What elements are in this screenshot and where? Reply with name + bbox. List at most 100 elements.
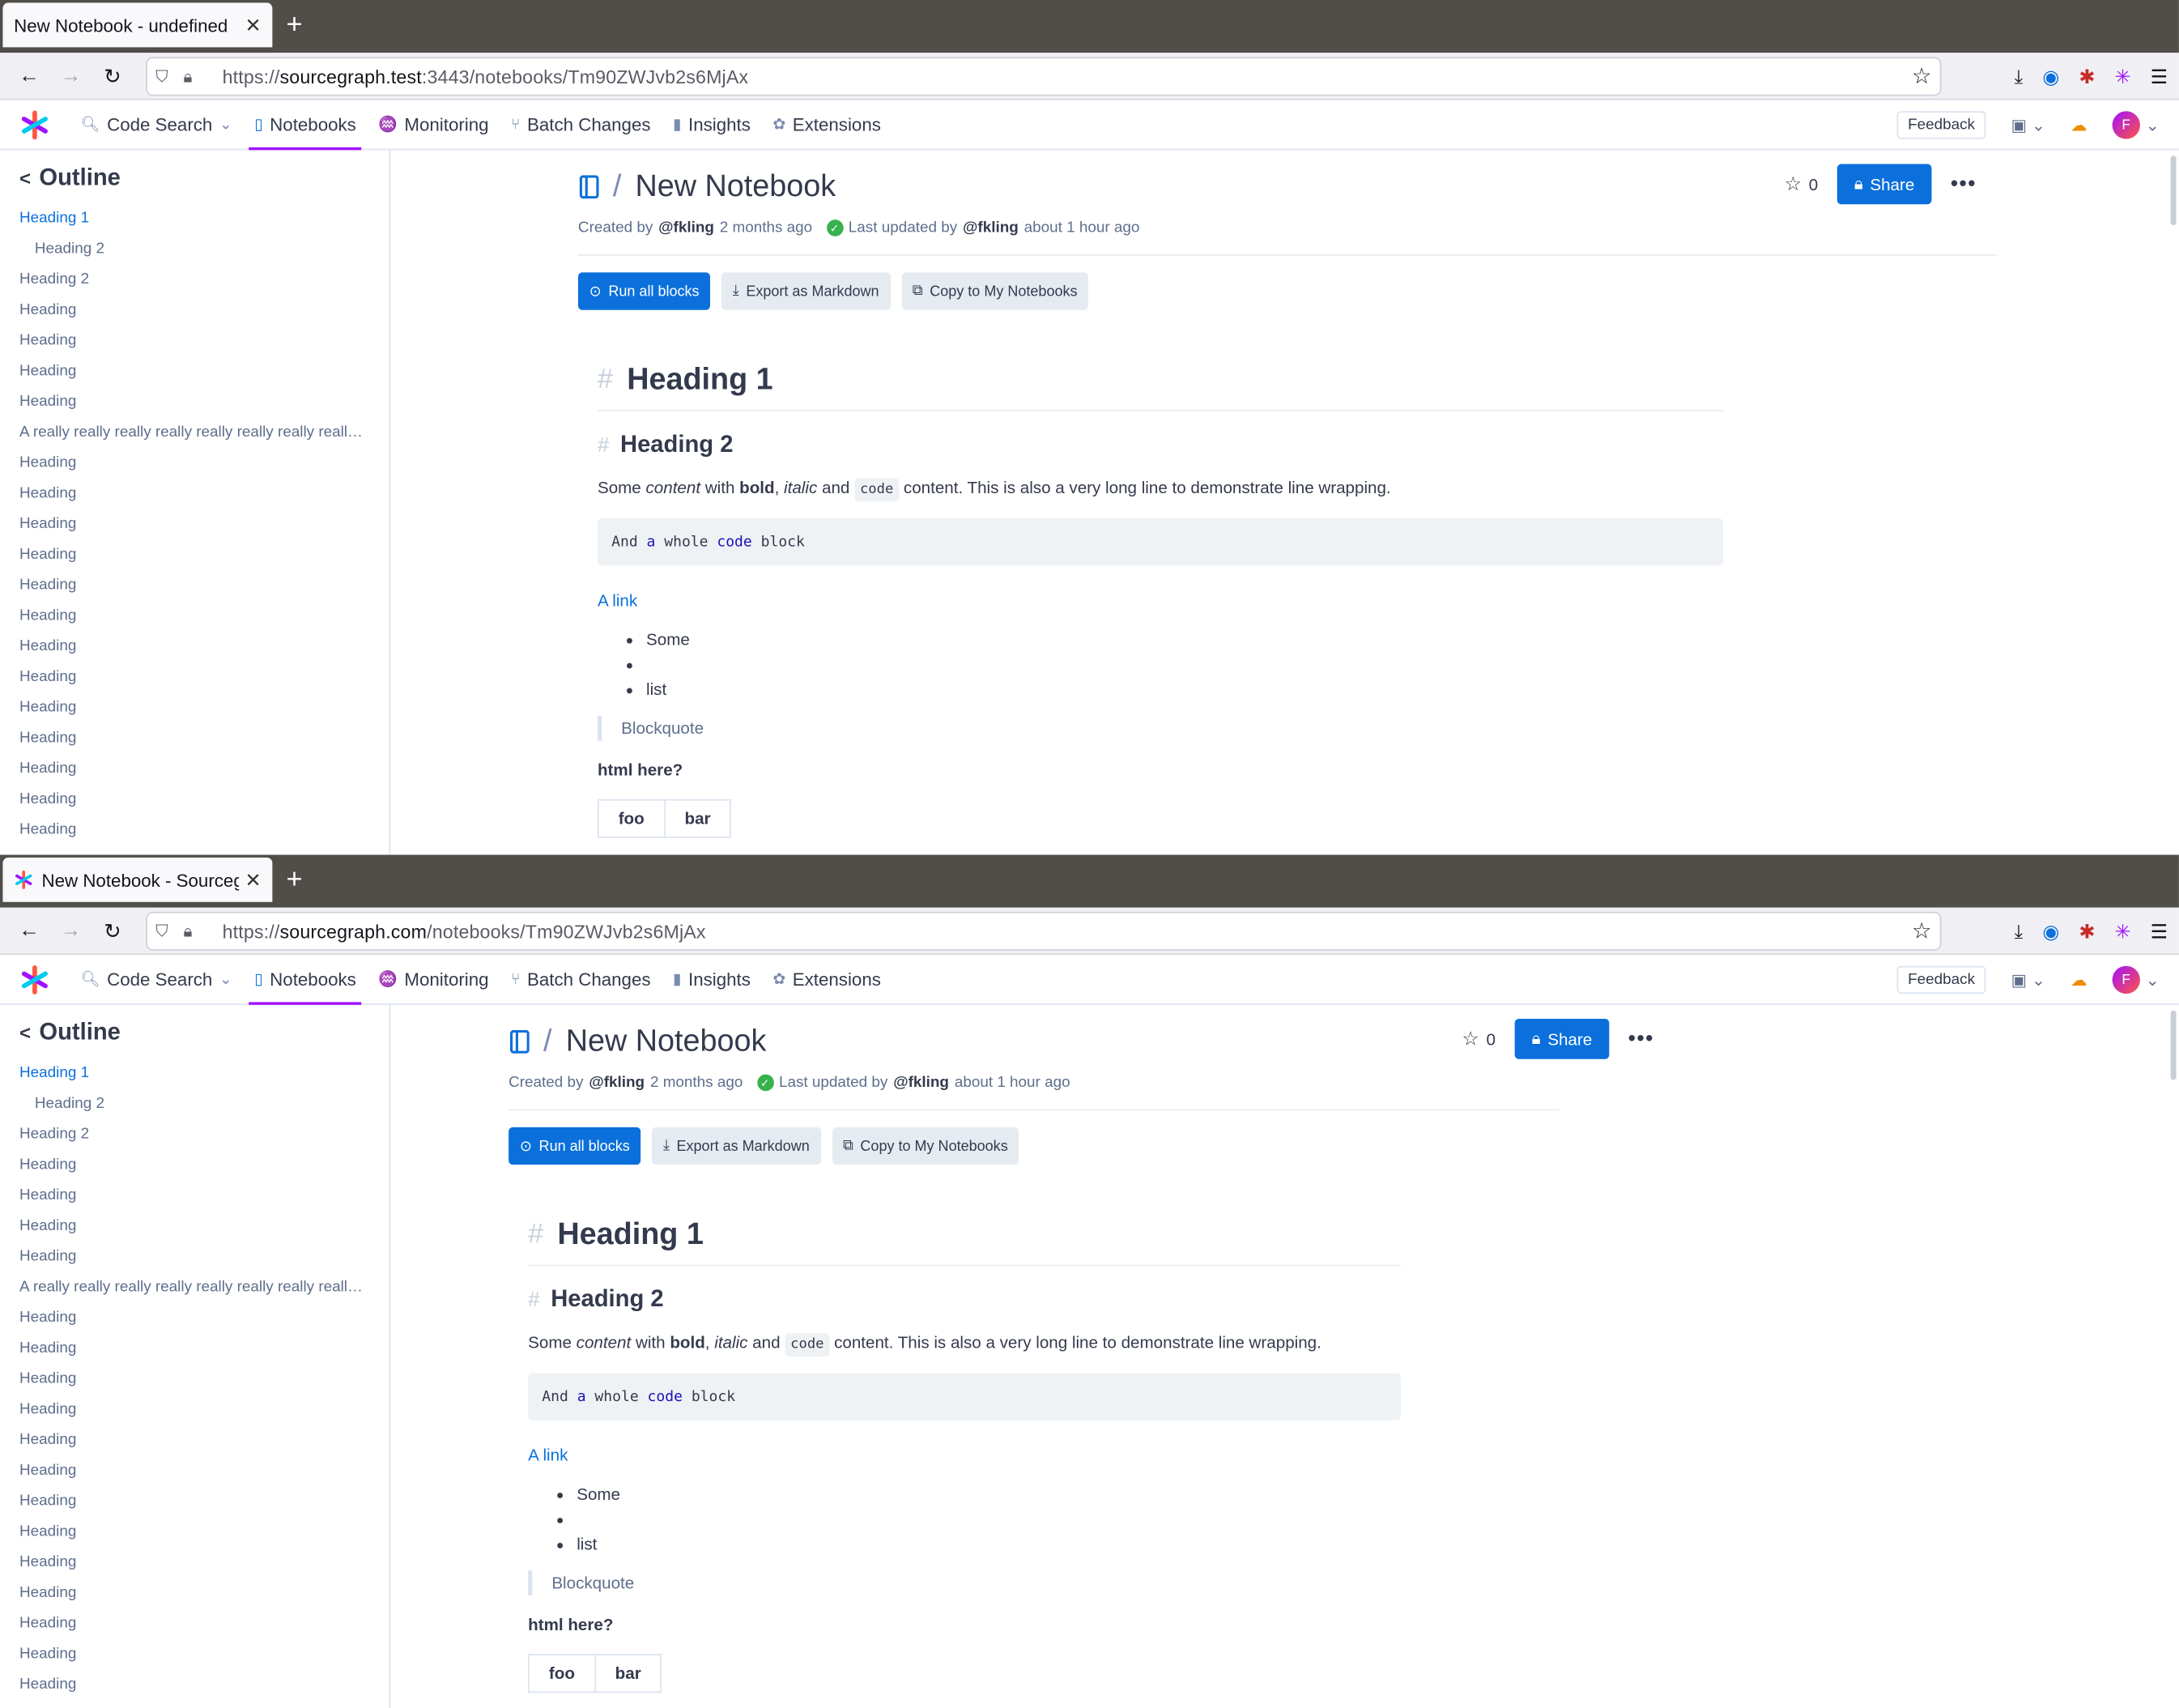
outline-item[interactable]: Heading — [19, 356, 367, 386]
anchor-hash-icon[interactable]: # — [598, 364, 613, 395]
export-markdown-button[interactable]: ⤓ Export as Markdown — [652, 1127, 821, 1165]
copy-notebook-button[interactable]: ⧉ Copy to My Notebooks — [832, 1127, 1019, 1165]
outline-item[interactable]: Heading — [19, 1638, 367, 1669]
outline-item[interactable]: Heading 2 — [19, 264, 367, 295]
outline-item[interactable]: Heading 1 — [19, 1058, 367, 1088]
chevron-down-icon[interactable]: ⌄ — [2146, 970, 2160, 990]
outline-item[interactable]: Heading — [19, 1394, 367, 1425]
outline-item[interactable]: Heading — [19, 1547, 367, 1578]
bookmark-star-icon[interactable]: ☆ — [1912, 918, 1932, 945]
outline-item[interactable]: Heading — [19, 295, 367, 326]
forward-icon[interactable]: → — [50, 64, 92, 87]
outline-item[interactable]: Heading — [19, 1211, 367, 1242]
anchor-hash-icon[interactable]: # — [598, 433, 609, 457]
scrollbar[interactable] — [2170, 155, 2177, 226]
outline-item[interactable]: Heading — [19, 1578, 367, 1608]
feedback-button[interactable]: Feedback — [1896, 965, 1986, 995]
share-button[interactable]: 🔒︎ Share — [1515, 1018, 1609, 1059]
chevron-left-icon[interactable]: < — [19, 167, 31, 189]
outline-item[interactable]: Heading — [19, 326, 367, 356]
outline-item[interactable]: Heading — [19, 570, 367, 601]
outline-item[interactable]: Heading — [19, 692, 367, 723]
outline-item[interactable]: Heading — [19, 478, 367, 509]
author-link[interactable]: @fkling — [589, 1075, 645, 1092]
nav-item-code-search[interactable]: 🔍︎ Code Search ⌄ — [70, 100, 244, 150]
anchor-hash-icon[interactable]: # — [528, 1288, 539, 1311]
chevron-left-icon[interactable]: < — [19, 1021, 31, 1043]
back-icon[interactable]: ← — [8, 64, 49, 87]
cloud-status-icon[interactable]: ☁ — [2070, 115, 2087, 134]
avatar[interactable]: F — [2112, 111, 2140, 139]
outline-item[interactable]: Heading — [19, 722, 367, 753]
download-icon[interactable]: ⤓ — [2015, 65, 2024, 88]
terminal-icon[interactable]: ▣ ⌄ — [2011, 115, 2045, 134]
share-button[interactable]: 🔒︎ Share — [1837, 164, 1931, 205]
run-all-blocks-button[interactable]: ⊙ Run all blocks — [577, 272, 711, 310]
outline-item[interactable]: Heading — [19, 448, 367, 479]
updater-link[interactable]: @fkling — [963, 219, 1019, 236]
outline-item[interactable]: Heading 2 — [19, 1088, 367, 1119]
markdown-link[interactable]: A link — [528, 1446, 1401, 1465]
star-button[interactable]: ☆ 0 — [1462, 1027, 1496, 1050]
nav-item-insights[interactable]: ▮ Insights — [662, 954, 761, 1004]
outline-item[interactable]: Heading — [19, 784, 367, 815]
outline-item[interactable]: Heading — [19, 1333, 367, 1364]
close-tab-icon[interactable]: ✕ — [240, 13, 262, 36]
outline-header[interactable]: < Outline — [19, 1019, 369, 1046]
outline-item[interactable]: Heading — [19, 815, 367, 845]
reload-icon[interactable]: ↻ — [92, 918, 133, 943]
outline-item[interactable]: Heading — [19, 1302, 367, 1333]
outline-item[interactable]: A really really really really really rea… — [19, 1271, 367, 1302]
nav-item-notebooks[interactable]: ▯ Notebooks — [243, 100, 367, 150]
lock-icon[interactable]: 🔒︎ — [184, 921, 211, 942]
nav-item-notebooks[interactable]: ▯ Notebooks — [243, 954, 367, 1004]
copy-notebook-button[interactable]: ⧉ Copy to My Notebooks — [901, 272, 1089, 310]
nav-item-extensions[interactable]: ✿ Extensions — [762, 954, 892, 1004]
outline-item[interactable]: Heading — [19, 1608, 367, 1639]
menu-icon[interactable]: ☰ — [2151, 919, 2168, 943]
nav-item-insights[interactable]: ▮ Insights — [662, 100, 761, 150]
outline-item[interactable]: Heading — [19, 1455, 367, 1486]
avatar[interactable]: F — [2112, 965, 2140, 995]
markdown-block[interactable]: # Heading 1 # Heading 2 Some content with … — [597, 353, 1724, 838]
cloud-status-icon[interactable]: ☁ — [2070, 970, 2087, 990]
outline-item[interactable]: Heading — [19, 1486, 367, 1517]
markdown-block[interactable]: # Heading 1 # Heading 2 Some content with … — [528, 1208, 1401, 1693]
extension-icon[interactable]: ◉ — [2042, 65, 2059, 88]
forward-icon[interactable]: → — [50, 918, 92, 942]
outline-item[interactable]: Heading — [19, 386, 367, 417]
extension-icon[interactable]: ◉ — [2042, 919, 2059, 943]
scrollbar[interactable] — [2170, 1010, 2177, 1080]
nav-item-code-search[interactable]: 🔍︎ Code Search ⌄ — [70, 954, 244, 1004]
sourcegraph-extension-icon[interactable]: ✳ — [2115, 65, 2131, 88]
outline-item[interactable]: Heading — [19, 509, 367, 539]
lock-icon[interactable]: 🔒︎ — [184, 66, 211, 87]
more-options-button[interactable]: ••• — [1628, 1027, 1654, 1050]
terminal-icon[interactable]: ▣ ⌄ — [2011, 970, 2045, 990]
outline-item[interactable]: Heading — [19, 662, 367, 692]
shield-icon[interactable]: ⛉ — [155, 66, 183, 87]
sourcegraph-logo-icon[interactable] — [0, 100, 70, 150]
outline-item[interactable]: Heading — [19, 631, 367, 662]
outline-item[interactable]: A really really really really really rea… — [19, 417, 367, 448]
reload-icon[interactable]: ↻ — [92, 63, 133, 88]
devtools-extension-icon[interactable]: ✱ — [2079, 65, 2095, 88]
feedback-button[interactable]: Feedback — [1896, 111, 1986, 139]
run-all-blocks-button[interactable]: ⊙ Run all blocks — [509, 1127, 641, 1165]
nav-item-batch-changes[interactable]: ⑂ Batch Changes — [500, 954, 662, 1004]
outline-item[interactable]: Heading 2 — [19, 1119, 367, 1150]
author-link[interactable]: @fkling — [658, 219, 714, 236]
sourcegraph-extension-icon[interactable]: ✳ — [2115, 919, 2131, 943]
url-bar[interactable]: ⛉ 🔒︎ https://sourcegraph.test:3443/noteb… — [147, 58, 1940, 95]
outline-item[interactable]: Heading — [19, 1425, 367, 1455]
outline-header[interactable]: < Outline — [19, 164, 369, 192]
devtools-extension-icon[interactable]: ✱ — [2079, 919, 2095, 943]
outline-item[interactable]: Heading — [19, 1669, 367, 1700]
outline-item[interactable]: Heading — [19, 1516, 367, 1547]
nav-item-batch-changes[interactable]: ⑂ Batch Changes — [500, 100, 662, 150]
download-icon[interactable]: ⤓ — [2015, 919, 2024, 943]
menu-icon[interactable]: ☰ — [2151, 65, 2168, 88]
nav-item-extensions[interactable]: ✿ Extensions — [762, 100, 892, 150]
more-options-button[interactable]: ••• — [1951, 173, 1977, 196]
url-bar[interactable]: ⛉ 🔒︎ https://sourcegraph.com/notebooks/T… — [147, 913, 1940, 950]
